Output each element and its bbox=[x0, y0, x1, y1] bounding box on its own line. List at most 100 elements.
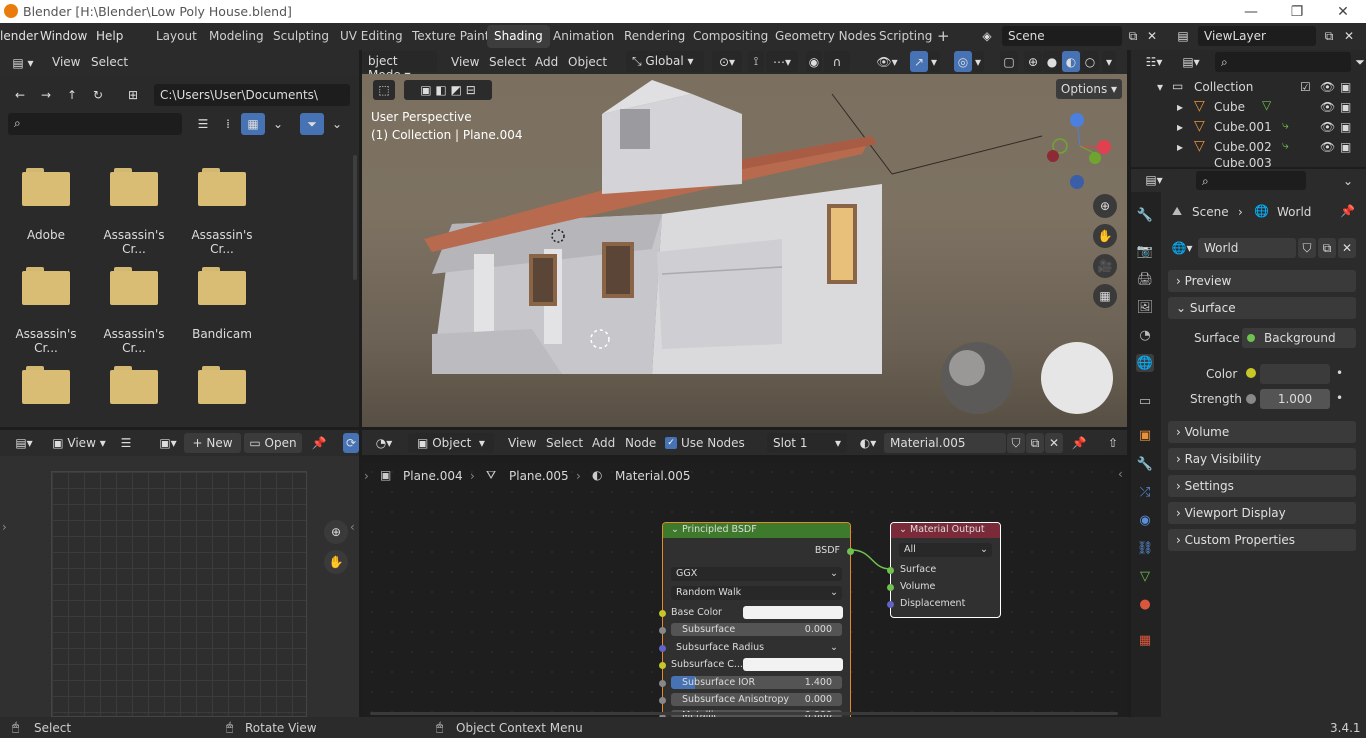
menu-view[interactable]: View bbox=[508, 436, 536, 450]
display-mode-icon[interactable]: ▤▾ bbox=[1176, 52, 1206, 72]
camera-icon[interactable]: 🎥 bbox=[1093, 254, 1117, 278]
material-preview-icon[interactable]: ◐ bbox=[1062, 51, 1080, 72]
folder-label[interactable]: Assassin's Cr... bbox=[3, 327, 89, 355]
zoom-icon[interactable]: ⊕ bbox=[324, 520, 348, 544]
eye-icon[interactable]: 👁 bbox=[1320, 80, 1335, 94]
subsurface-ior-field[interactable]: Subsurface IOR 1.400 bbox=[671, 676, 842, 689]
scene-selector-icon[interactable]: ◈ bbox=[974, 26, 1000, 46]
menu-view[interactable]: View bbox=[52, 55, 80, 69]
bsdf-output-socket[interactable] bbox=[847, 548, 854, 555]
close-button[interactable]: ✕ bbox=[1320, 0, 1366, 23]
delete-viewlayer-icon[interactable]: ✕ bbox=[1340, 26, 1358, 46]
scene-tab-icon[interactable]: ◔ bbox=[1136, 326, 1154, 344]
strength-socket-icon[interactable] bbox=[1246, 394, 1256, 404]
outliner-filter-icon[interactable]: ⏷ bbox=[1354, 52, 1366, 72]
horizontal-scrollbar[interactable] bbox=[370, 712, 1118, 715]
section-settings[interactable]: › Settings bbox=[1168, 475, 1356, 497]
output-target-dropdown[interactable]: All ⌄ bbox=[899, 543, 992, 557]
folder-label[interactable]: Assassin's Cr... bbox=[91, 327, 177, 355]
sort-dropdown-icon[interactable]: ⌄ bbox=[268, 113, 288, 135]
refresh-icon[interactable]: ↻ bbox=[86, 84, 110, 106]
data-tab-icon[interactable]: ▽ bbox=[1136, 567, 1154, 585]
pin-icon[interactable]: 📌 bbox=[1340, 204, 1355, 218]
use-nodes-checkbox[interactable]: ✓ bbox=[665, 437, 677, 449]
transform-orientation[interactable]: ⤡ Global ▾ bbox=[626, 51, 704, 72]
folder-icon[interactable] bbox=[110, 168, 158, 206]
subsurface-anisotropy-socket[interactable] bbox=[659, 697, 666, 704]
folder-icon[interactable] bbox=[198, 168, 246, 206]
menu-hamburger-icon[interactable]: ☰ bbox=[116, 433, 136, 453]
principled-bsdf-node[interactable]: ⌄ Principled BSDF BSDF GGX ⌄ Random Walk ⌄… bbox=[659, 522, 854, 721]
proportional-icon[interactable]: ◉ bbox=[806, 51, 822, 72]
material-tab-icon[interactable]: ● bbox=[1136, 595, 1154, 613]
section-custom-properties[interactable]: › Custom Properties bbox=[1168, 529, 1356, 551]
constraints-tab-icon[interactable]: ⛓ bbox=[1136, 539, 1154, 557]
select-mode-icons[interactable]: ▣ ◧ ◩ ⊟ bbox=[404, 80, 492, 100]
new-image-button[interactable]: + New bbox=[184, 433, 241, 453]
menu-help[interactable]: Help bbox=[96, 29, 123, 43]
camera-icon[interactable]: ▣ bbox=[1340, 120, 1351, 134]
keyframe-dot-icon[interactable]: • bbox=[1336, 366, 1343, 380]
search-input[interactable]: ⌕ bbox=[8, 113, 182, 135]
eye-icon[interactable]: 👁 bbox=[1320, 120, 1335, 134]
world-browse-icon[interactable]: 🌐▾ bbox=[1168, 238, 1196, 258]
view-dropdown[interactable]: ▣ View ▾ bbox=[48, 433, 110, 453]
forward-icon[interactable]: → bbox=[34, 84, 58, 106]
image-editor-canvas[interactable]: ⊕ ✋ › ‹ bbox=[0, 456, 359, 717]
viewlayer-icon[interactable]: ▤ bbox=[1170, 26, 1196, 46]
menu-node[interactable]: Node bbox=[625, 436, 656, 450]
volume-input-socket[interactable] bbox=[887, 584, 894, 591]
material-browse-icon[interactable]: ◐▾ bbox=[854, 433, 882, 453]
checkbox-icon[interactable]: ☑ bbox=[1300, 80, 1311, 94]
sidebar-toggle-icon[interactable]: › bbox=[2, 520, 7, 534]
folder-icon[interactable] bbox=[22, 168, 70, 206]
snap-target-icon[interactable]: ⋯▾ bbox=[766, 51, 798, 72]
tab-sculpting[interactable]: Sculpting bbox=[266, 25, 336, 48]
short-list-icon[interactable]: ⁞ bbox=[217, 113, 239, 135]
subsurface-field[interactable]: Subsurface 0.000 bbox=[671, 623, 842, 636]
pan-hand-icon[interactable]: ✋ bbox=[324, 550, 348, 574]
folder-label[interactable]: Bandicam bbox=[179, 327, 265, 341]
section-viewport-display[interactable]: › Viewport Display bbox=[1168, 502, 1356, 524]
overlay-dropdown-icon[interactable]: ▾ bbox=[972, 51, 984, 72]
thumbnail-view-icon[interactable]: ▦ bbox=[241, 113, 265, 135]
pin-icon[interactable]: 📌 bbox=[310, 433, 328, 453]
base-color-swatch[interactable] bbox=[743, 606, 843, 619]
folder-icon[interactable] bbox=[198, 267, 246, 305]
fake-user-icon[interactable]: ⛉ bbox=[1298, 238, 1316, 258]
subsurface-anisotropy-field[interactable]: Subsurface Anisotropy 0.000 bbox=[671, 693, 842, 706]
delete-scene-icon[interactable]: ✕ bbox=[1144, 26, 1160, 46]
material-output-node[interactable]: ⌄ Material Output All ⌄ Surface Volume Di… bbox=[887, 522, 1001, 618]
outliner-editor-icon[interactable]: ☷▾ bbox=[1139, 52, 1169, 72]
image-editor-type-icon[interactable]: ▤▾ bbox=[6, 433, 42, 453]
tab-texture-paint[interactable]: Texture Paint bbox=[405, 25, 496, 48]
overlay-icon[interactable]: ◎ bbox=[954, 51, 972, 72]
viewlayer-field[interactable]: ViewLayer bbox=[1198, 26, 1316, 46]
tool-tab-icon[interactable]: 🔧 bbox=[1136, 206, 1154, 224]
duplicate-material-icon[interactable]: ⧉ bbox=[1026, 433, 1044, 453]
solid-shading-icon[interactable]: ● bbox=[1043, 51, 1061, 72]
eye-icon[interactable]: 👁 bbox=[1320, 100, 1335, 114]
viewlayer-tab-icon[interactable]: 🖼 bbox=[1136, 298, 1154, 316]
material-name-field[interactable]: Material.005 bbox=[884, 433, 1006, 453]
parent-node-tree-icon[interactable]: ⇧ bbox=[1104, 433, 1122, 453]
node-editor-type-icon[interactable]: ◔▾ bbox=[368, 433, 400, 453]
folder-icon[interactable] bbox=[110, 267, 158, 305]
xray-icon[interactable]: ▢ bbox=[1000, 51, 1018, 72]
collapse-arrow-icon[interactable]: ⌄ bbox=[899, 524, 907, 535]
displacement-input-socket[interactable] bbox=[887, 601, 894, 608]
tab-uv-editing[interactable]: UV Editing bbox=[333, 25, 410, 48]
gizmo-dropdown-icon[interactable]: ▾ bbox=[928, 51, 940, 72]
filter-icon[interactable]: ⏷ bbox=[300, 113, 324, 135]
subsurface-color-socket[interactable] bbox=[659, 662, 666, 669]
menu-add[interactable]: Add bbox=[535, 55, 558, 69]
collapse-arrow-icon[interactable]: ⌄ bbox=[671, 524, 679, 535]
rendered-shading-icon[interactable]: ○ bbox=[1081, 51, 1099, 72]
camera-icon[interactable]: ▣ bbox=[1340, 80, 1351, 94]
shading-dropdown-icon[interactable]: ▾ bbox=[1102, 51, 1116, 72]
tab-rendering[interactable]: Rendering bbox=[617, 25, 692, 48]
folder-label[interactable]: Assassin's Cr... bbox=[179, 228, 265, 256]
object-tab-icon[interactable]: ▣ bbox=[1136, 426, 1154, 444]
particles-tab-icon[interactable]: ⤮ bbox=[1136, 483, 1154, 501]
subsurface-radius-socket[interactable] bbox=[659, 645, 666, 652]
